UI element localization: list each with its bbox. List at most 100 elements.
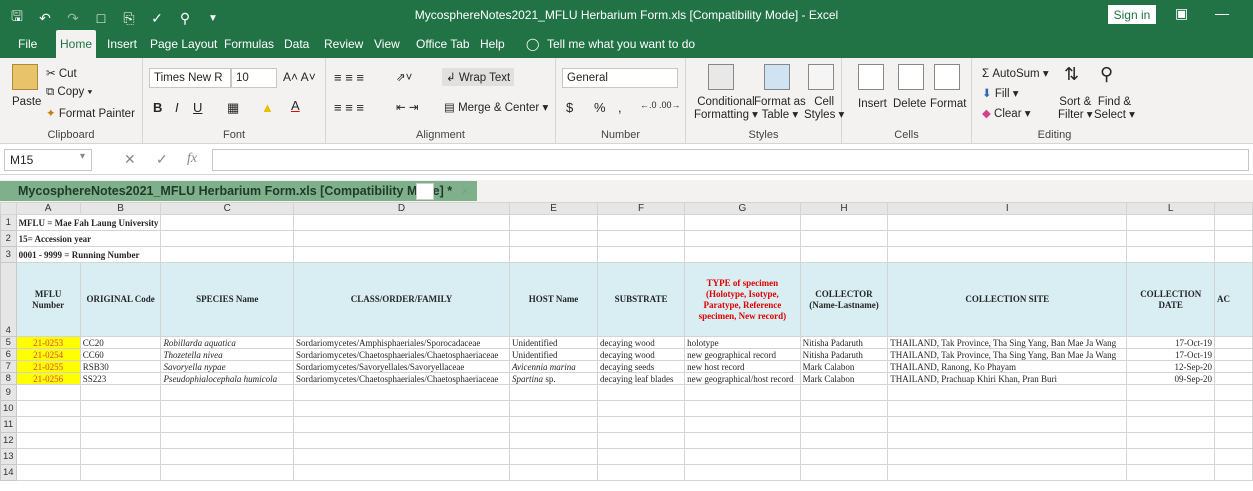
tab-formulas[interactable]: Formulas <box>220 30 278 58</box>
cell[interactable] <box>1126 416 1216 433</box>
cell[interactable] <box>596 246 686 263</box>
underline-button[interactable]: U <box>193 100 202 115</box>
comma-button[interactable]: , <box>618 100 622 115</box>
orientation-icon[interactable]: ⇗˅ <box>396 70 412 84</box>
row-header[interactable]: 6 <box>0 348 17 361</box>
cell[interactable] <box>596 230 686 247</box>
tab-file[interactable]: File <box>14 30 41 58</box>
format-button[interactable]: Format <box>930 98 966 110</box>
header-cell[interactable]: SUBSTRATE <box>596 262 686 337</box>
cell[interactable] <box>15 416 81 433</box>
cell[interactable]: Unidentified <box>509 348 598 361</box>
cell[interactable]: Sordariomycetes/Savoryellales/Savoryella… <box>292 360 511 373</box>
cell[interactable] <box>160 384 294 401</box>
cell[interactable]: THAILAND, Tak Province, Tha Sing Yang, B… <box>887 348 1128 361</box>
column-header[interactable]: F <box>596 202 686 215</box>
cell[interactable]: decaying seeds <box>596 360 686 373</box>
cell[interactable]: 09-Sep-20 <box>1126 372 1216 385</box>
cell[interactable]: Sordariomycetes/Amphisphaeriales/Sporoca… <box>292 336 511 349</box>
cell[interactable]: Unidentified <box>509 336 598 349</box>
cell[interactable] <box>799 230 889 247</box>
tab-insert[interactable]: Insert <box>103 30 141 58</box>
cell[interactable] <box>15 448 81 465</box>
cell[interactable] <box>292 448 511 465</box>
ribbon-display-icon[interactable]: ▣ <box>1175 5 1188 22</box>
worksheet-grid[interactable]: A B C D E F G H I L 1 MFLU = Mae Fah Lau… <box>0 202 1253 491</box>
row-header[interactable]: 11 <box>0 416 17 433</box>
cell[interactable] <box>887 400 1128 417</box>
cell-styles-button[interactable]: Cell Styles ▾ <box>804 96 844 122</box>
cell[interactable] <box>799 416 889 433</box>
format-as-table-button[interactable]: Format as Table ▾ <box>754 96 806 122</box>
minimize-icon[interactable]: — <box>1215 5 1229 21</box>
cell[interactable] <box>1214 416 1253 433</box>
cell[interactable] <box>799 400 889 417</box>
cell[interactable] <box>1214 384 1253 401</box>
cell[interactable]: THAILAND, Prachuap Khiri Khan, Pran Buri <box>887 372 1128 385</box>
cell[interactable] <box>15 400 81 417</box>
font-grow-shrink-icons[interactable]: A˄ A˅ <box>283 70 316 84</box>
cell[interactable] <box>596 432 686 449</box>
enter-icon[interactable]: ✓ <box>156 151 168 168</box>
cell[interactable] <box>887 230 1128 247</box>
cell[interactable] <box>1214 400 1253 417</box>
cell[interactable] <box>1126 214 1216 231</box>
cell[interactable] <box>509 464 598 481</box>
column-header[interactable]: D <box>292 202 511 215</box>
cell[interactable] <box>684 416 801 433</box>
row-header[interactable]: 9 <box>0 384 17 401</box>
format-painter-button[interactable]: ✦ Format Painter <box>46 106 135 120</box>
mflu-number-cell[interactable]: 21-0253 <box>15 336 81 349</box>
merge-center-button[interactable]: ▤ Merge & Center ▾ <box>444 100 548 114</box>
cell[interactable]: THAILAND, Ranong, Ko Phayam <box>887 360 1128 373</box>
cell[interactable] <box>799 246 889 263</box>
spelling-icon[interactable]: ✓ <box>148 10 166 27</box>
cell[interactable] <box>596 464 686 481</box>
cell[interactable]: 17-Oct-19 <box>1126 348 1216 361</box>
cell[interactable] <box>160 416 294 433</box>
cell[interactable] <box>292 246 511 263</box>
sign-in-button[interactable]: Sign in <box>1108 5 1156 24</box>
cell[interactable] <box>596 400 686 417</box>
workbook-tab[interactable]: MycosphereNotes2021_MFLU Herbarium Form.… <box>0 181 477 201</box>
row-header[interactable]: 4 <box>0 262 17 337</box>
mflu-number-cell[interactable]: 21-0255 <box>15 360 81 373</box>
cell[interactable]: holotype <box>684 336 801 349</box>
font-name-select[interactable]: Times New R <box>149 68 231 88</box>
cell[interactable] <box>1126 448 1216 465</box>
cell[interactable] <box>1126 384 1216 401</box>
font-color-icon[interactable]: A <box>291 98 300 113</box>
cell[interactable] <box>1214 214 1253 231</box>
cell[interactable]: THAILAND, Tak Province, Tha Sing Yang, B… <box>887 336 1128 349</box>
cell[interactable]: decaying leaf blades <box>596 372 686 385</box>
cell[interactable]: SS223 <box>79 372 162 385</box>
cell[interactable] <box>292 400 511 417</box>
cell[interactable] <box>684 432 801 449</box>
align-left-icon[interactable]: ≡ ≡ ≡ <box>334 100 364 115</box>
tab-review[interactable]: Review <box>320 30 367 58</box>
cell[interactable] <box>292 416 511 433</box>
cell[interactable] <box>596 416 686 433</box>
cell[interactable] <box>1214 360 1253 373</box>
cell[interactable] <box>1214 432 1253 449</box>
copy-button[interactable]: ⧉ Copy ▾ <box>46 86 92 99</box>
cell[interactable] <box>15 464 81 481</box>
cell[interactable] <box>79 448 162 465</box>
insert-function-button[interactable]: fx <box>187 151 197 167</box>
cell[interactable]: new host record <box>684 360 801 373</box>
column-header[interactable]: A <box>15 202 81 215</box>
column-header[interactable]: I <box>887 202 1128 215</box>
cell[interactable] <box>160 246 294 263</box>
tab-office-tab[interactable]: Office Tab <box>412 30 474 58</box>
cell[interactable] <box>509 384 598 401</box>
cell[interactable]: Pseudophialocephala humicola <box>160 372 294 385</box>
cell[interactable]: decaying wood <box>596 348 686 361</box>
column-header[interactable]: E <box>509 202 598 215</box>
cell[interactable] <box>509 214 598 231</box>
cell[interactable] <box>684 246 801 263</box>
cell[interactable] <box>1126 432 1216 449</box>
cell[interactable]: decaying wood <box>596 336 686 349</box>
new-tab-button[interactable] <box>416 183 434 200</box>
cell[interactable]: Mark Calabon <box>799 372 889 385</box>
undo-icon[interactable]: ↶ <box>36 10 54 27</box>
